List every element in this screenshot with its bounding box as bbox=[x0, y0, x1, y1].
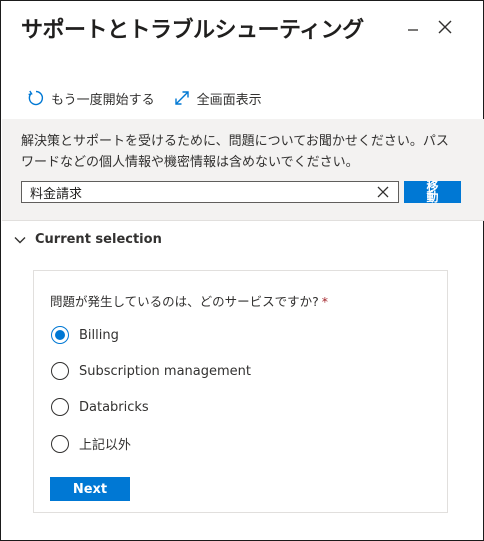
section-title: Current selection bbox=[35, 232, 162, 247]
option-label: Databricks bbox=[79, 399, 149, 415]
option-label: Subscription management bbox=[79, 363, 251, 379]
go-button[interactable]: 移動 bbox=[404, 181, 461, 203]
fullscreen-button[interactable]: 全画面表示 bbox=[173, 89, 262, 108]
refresh-icon bbox=[28, 90, 44, 106]
current-selection-toggle[interactable]: Current selection bbox=[13, 232, 162, 247]
question-text: 問題が発生しているのは、どのサービスですか? bbox=[50, 294, 319, 309]
option-databricks[interactable]: Databricks bbox=[51, 398, 149, 416]
service-question: 問題が発生しているのは、どのサービスですか? * bbox=[50, 291, 328, 310]
option-other[interactable]: 上記以外 bbox=[51, 434, 131, 453]
service-selection-card: 問題が発生しているのは、どのサービスですか? * Billing Subscrip… bbox=[33, 270, 448, 513]
support-panel: サポートとトラブルシューティング もう一度開始する 全画面表示 解決策とサポート… bbox=[0, 0, 484, 541]
panel-title: サポートとトラブルシューティング bbox=[21, 18, 364, 43]
next-button[interactable]: Next bbox=[50, 477, 130, 501]
option-label: 上記以外 bbox=[79, 438, 132, 453]
search-description: 解決策とサポートを受けるために、問題についてお聞かせください。パスワードなどの個… bbox=[21, 134, 449, 170]
toolbar: もう一度開始する 全画面表示 bbox=[27, 87, 262, 109]
search-input[interactable] bbox=[30, 182, 370, 202]
close-icon bbox=[438, 20, 452, 34]
search-box bbox=[21, 181, 399, 203]
restart-label: もう一度開始する bbox=[51, 92, 155, 108]
radio-button[interactable] bbox=[51, 434, 69, 453]
search-area: 解決策とサポートを受けるために、問題についてお聞かせください。パスワードなどの個… bbox=[2, 119, 484, 221]
chevron-down-icon bbox=[14, 236, 26, 243]
clear-icon[interactable] bbox=[376, 185, 390, 199]
option-label: Billing bbox=[79, 327, 119, 343]
radio-button[interactable] bbox=[51, 326, 69, 344]
option-subscription-management[interactable]: Subscription management bbox=[51, 362, 251, 380]
minimize-icon bbox=[408, 29, 418, 31]
minimize-button[interactable] bbox=[401, 15, 425, 39]
fullscreen-label: 全画面表示 bbox=[196, 92, 262, 108]
radio-button[interactable] bbox=[51, 398, 69, 416]
close-button[interactable] bbox=[433, 15, 457, 39]
expand-icon bbox=[174, 91, 189, 105]
restart-button[interactable]: もう一度開始する bbox=[27, 89, 155, 108]
option-billing[interactable]: Billing bbox=[51, 326, 119, 344]
radio-button[interactable] bbox=[51, 362, 69, 380]
required-marker: * bbox=[321, 294, 329, 309]
